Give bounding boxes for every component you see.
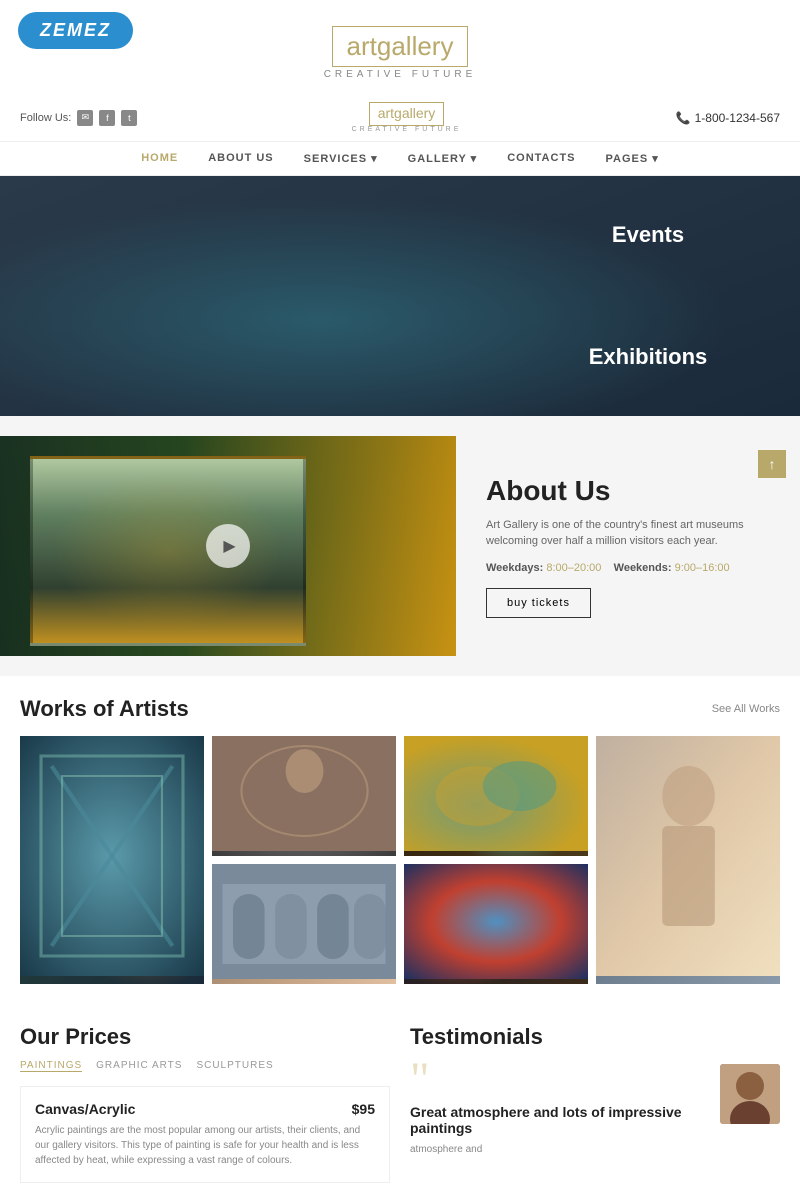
about-section: ↑ About Us Art Gallery is one of the cou…: [0, 436, 800, 656]
header-strip: Follow Us: ✉ f t artgallery CREATIVE FUT…: [0, 94, 800, 142]
price-amount: $95: [352, 1101, 375, 1117]
tab-graphic-arts[interactable]: GRAPHIC ARTS: [96, 1060, 182, 1072]
work-item[interactable]: [596, 736, 780, 984]
work-item[interactable]: [212, 736, 396, 856]
testimonial-text: Great atmosphere and lots of impressive …: [410, 1104, 706, 1157]
nav-services[interactable]: SERVICES ▾: [304, 152, 378, 165]
tab-sculptures[interactable]: SCULPTURES: [196, 1060, 273, 1072]
work-item[interactable]: [20, 736, 204, 984]
play-button[interactable]: [206, 524, 250, 568]
phone-icon: 📞: [676, 111, 691, 125]
about-description: Art Gallery is one of the country's fine…: [486, 517, 770, 550]
email-icon[interactable]: ✉: [77, 110, 93, 126]
bottom-section: Our Prices PAINTINGS GRAPHIC ARTS SCULPT…: [0, 1004, 800, 1203]
tab-paintings[interactable]: PAINTINGS: [20, 1060, 82, 1072]
hero-right: Events Exhibitions: [496, 176, 800, 416]
nav-contacts[interactable]: CONTACTS: [507, 152, 575, 165]
testimonial-content: " Great atmosphere and lots of impressiv…: [410, 1064, 780, 1157]
hero-exhibitions[interactable]: Exhibitions: [496, 298, 800, 417]
price-card-description: Acrylic paintings are the most popular a…: [35, 1123, 375, 1168]
see-all-works-link[interactable]: See All Works: [712, 703, 780, 715]
prices-title: Our Prices: [20, 1024, 390, 1050]
hero-section: Art Gallery showcasing the best works of…: [0, 176, 800, 416]
scroll-top-button[interactable]: ↑: [758, 450, 786, 478]
about-title: About Us: [486, 475, 770, 507]
events-label: Events: [612, 222, 684, 248]
phone-number: 📞 1-800-1234-567: [676, 111, 780, 125]
nav-pages[interactable]: PAGES ▾: [606, 152, 659, 165]
price-card: Canvas/Acrylic $95 Acrylic paintings are…: [20, 1086, 390, 1183]
about-video: [0, 436, 456, 656]
header-tagline: CREATIVE FUTURE: [352, 126, 462, 133]
logo-text: artgallery: [347, 31, 454, 61]
work-item[interactable]: [212, 864, 396, 984]
zemez-label: ZEMEZ: [40, 20, 111, 40]
testimonial-body: atmosphere and: [410, 1142, 706, 1157]
facebook-icon[interactable]: f: [99, 110, 115, 126]
quote-mark: ": [410, 1056, 706, 1104]
twitter-icon[interactable]: t: [121, 110, 137, 126]
testimonial-quote: Great atmosphere and lots of impressive …: [410, 1104, 706, 1136]
header-logo: artgallery CREATIVE FUTURE: [352, 102, 462, 133]
prices-tabs: PAINTINGS GRAPHIC ARTS SCULPTURES: [20, 1060, 390, 1072]
about-info: ↑ About Us Art Gallery is one of the cou…: [456, 436, 800, 656]
nav-gallery[interactable]: GALLERY ▾: [408, 152, 478, 165]
buy-tickets-button[interactable]: buy tickets: [486, 588, 591, 618]
hours-info: Weekdays: 8:00–20:00 Weekends: 9:00–16:0…: [486, 562, 770, 574]
price-card-name: Canvas/Acrylic: [35, 1101, 135, 1117]
tagline: CREATIVE FUTURE: [0, 69, 800, 80]
nav-home[interactable]: HOME: [141, 152, 178, 165]
testimonials-section: Testimonials " Great atmosphere and lots…: [410, 1024, 780, 1183]
works-grid: [20, 736, 780, 984]
works-title: Works of Artists: [20, 696, 189, 722]
header-logo-text: artgallery: [378, 105, 436, 121]
follow-us-label: Follow Us:: [20, 112, 71, 124]
testimonials-title: Testimonials: [410, 1024, 780, 1050]
works-header: Works of Artists See All Works: [20, 696, 780, 722]
exhibitions-label: Exhibitions: [589, 344, 708, 370]
work-item[interactable]: [404, 736, 588, 856]
avatar: [720, 1064, 780, 1124]
works-section: Works of Artists See All Works: [0, 676, 800, 1004]
follow-us: Follow Us: ✉ f t: [20, 110, 137, 126]
zemez-badge[interactable]: ZEMEZ: [18, 12, 133, 49]
main-nav: HOME ABOUT US SERVICES ▾ GALLERY ▾ CONTA…: [0, 142, 800, 176]
nav-about[interactable]: ABOUT US: [208, 152, 273, 165]
work-item[interactable]: [404, 864, 588, 984]
prices-section: Our Prices PAINTINGS GRAPHIC ARTS SCULPT…: [20, 1024, 390, 1183]
